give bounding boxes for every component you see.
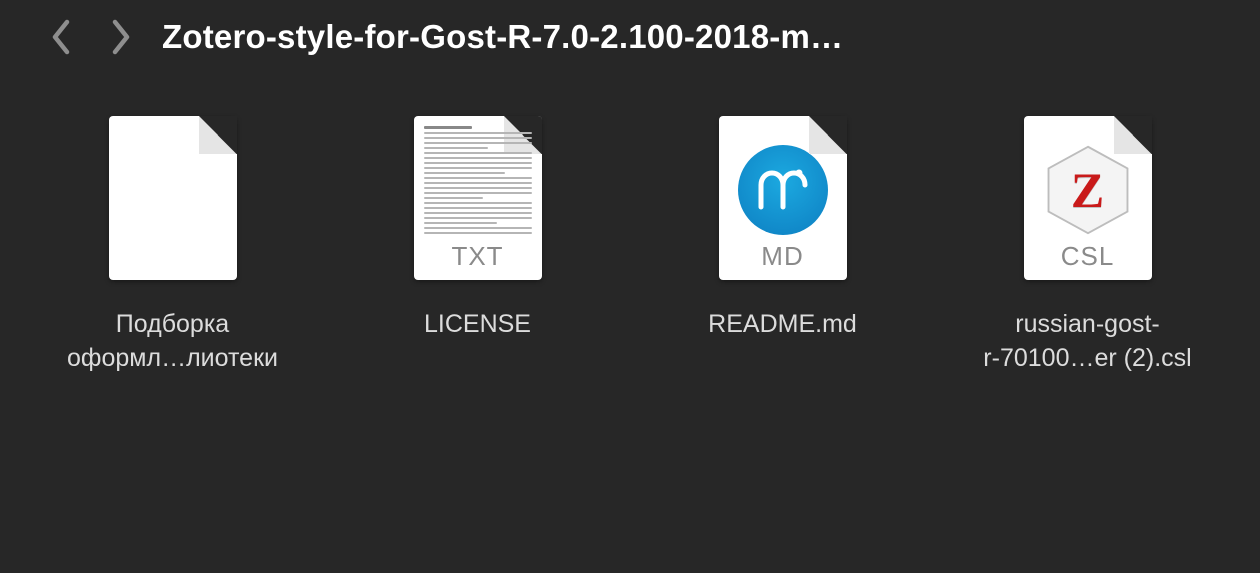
file-label: LICENSE: [424, 308, 531, 342]
file-icon: MD: [712, 108, 854, 288]
chevron-left-icon: [50, 19, 72, 55]
back-button[interactable]: [50, 19, 72, 55]
musescore-glyph-icon: [755, 167, 811, 213]
folder-title: Zotero-style-for-Gost-R-7.0-2.100-2018-m…: [162, 18, 843, 56]
file-type-badge: CSL: [1024, 241, 1152, 272]
forward-button[interactable]: [110, 19, 132, 55]
file-icon: TXT: [407, 108, 549, 288]
zotero-z-icon: Z: [1071, 161, 1104, 219]
file-item-csl[interactable]: Z CSL russian-gost- r-70100…er (2).csl: [943, 108, 1233, 376]
md-file-icon: MD: [719, 116, 847, 280]
file-label-line: README.md: [708, 310, 857, 338]
page-fold-icon: [199, 116, 237, 154]
text-lines-icon: [424, 126, 532, 240]
file-label: README.md: [708, 308, 857, 342]
csl-file-icon: Z CSL: [1024, 116, 1152, 280]
txt-file-icon: TXT: [414, 116, 542, 280]
chevron-right-icon: [110, 19, 132, 55]
file-icon: [102, 108, 244, 288]
file-label-line: r-70100…er (2).csl: [983, 344, 1191, 372]
nav-arrows: [50, 19, 132, 55]
blank-file-icon: [109, 116, 237, 280]
zotero-logo-icon: Z: [1041, 143, 1135, 237]
file-type-badge: MD: [719, 241, 847, 272]
file-label-line: russian-gost-: [1015, 310, 1160, 338]
files-grid: Подборка оформл…лиотеки TXT LICENSE: [0, 68, 1260, 376]
file-label-line: оформл…лиотеки: [67, 344, 278, 372]
page-fold-icon: [809, 116, 847, 154]
file-label-line: Подборка: [116, 310, 229, 338]
header-bar: Zotero-style-for-Gost-R-7.0-2.100-2018-m…: [0, 0, 1260, 68]
file-icon: Z CSL: [1017, 108, 1159, 288]
file-item-license[interactable]: TXT LICENSE: [333, 108, 623, 376]
file-label: russian-gost- r-70100…er (2).csl: [983, 308, 1191, 376]
md-logo-icon: [738, 145, 828, 235]
file-item-folder[interactable]: Подборка оформл…лиотеки: [28, 108, 318, 376]
file-label-line: LICENSE: [424, 310, 531, 338]
file-label: Подборка оформл…лиотеки: [67, 308, 278, 376]
file-item-readme[interactable]: MD README.md: [638, 108, 928, 376]
file-type-badge: TXT: [414, 241, 542, 272]
